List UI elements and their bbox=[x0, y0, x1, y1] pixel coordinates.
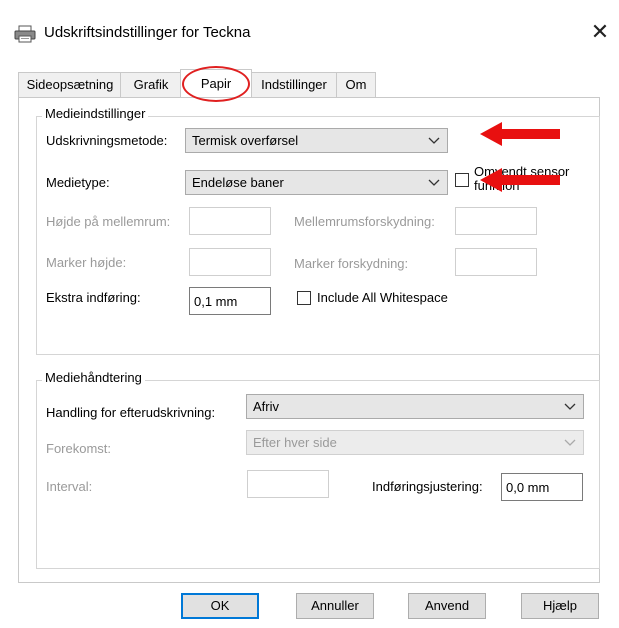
chevron-down-icon bbox=[428, 137, 440, 144]
apply-button[interactable]: Anvend bbox=[408, 593, 486, 619]
mark-offset-label: Marker forskydning: bbox=[294, 256, 409, 271]
extra-feed-label: Ekstra indføring: bbox=[46, 290, 141, 305]
inverted-sensor-checkbox[interactable] bbox=[455, 173, 469, 187]
chevron-down-icon bbox=[564, 439, 576, 446]
extra-feed-input[interactable]: 0,1 mm bbox=[189, 287, 271, 315]
chevron-down-icon bbox=[564, 403, 576, 410]
feed-adjust-label: Indføringsjustering: bbox=[372, 479, 483, 494]
printer-icon bbox=[14, 25, 36, 43]
include-whitespace-label: Include All Whitespace bbox=[317, 290, 448, 305]
mark-offset-input[interactable] bbox=[455, 248, 537, 276]
print-method-label: Udskrivningsmetode: bbox=[46, 133, 168, 148]
post-print-combo[interactable]: Afriv bbox=[246, 394, 584, 419]
feed-adjust-input[interactable]: 0,0 mm bbox=[501, 473, 583, 501]
interval-label: Interval: bbox=[46, 479, 93, 494]
gap-offset-input[interactable] bbox=[455, 207, 537, 235]
occurrence-label: Forekomst: bbox=[46, 441, 112, 456]
window-title: Udskriftsindstillinger for Teckna bbox=[44, 24, 251, 41]
occurrence-combo[interactable]: Efter hver side bbox=[246, 430, 584, 455]
gap-offset-label: Mellemrumsforskydning: bbox=[294, 214, 435, 229]
close-button[interactable]: ✕ bbox=[585, 18, 615, 46]
tab-om[interactable]: Om bbox=[336, 72, 376, 97]
annotation-arrow-shaft bbox=[500, 129, 560, 139]
chevron-down-icon bbox=[428, 179, 440, 186]
media-type-value: Endeløse baner bbox=[192, 175, 284, 190]
tab-indstillinger[interactable]: Indstillinger bbox=[250, 72, 338, 97]
annotation-arrow-head bbox=[480, 168, 502, 192]
print-method-combo[interactable]: Termisk overførsel bbox=[185, 128, 448, 153]
print-settings-dialog: Udskriftsindstillinger for Teckna ✕ Side… bbox=[0, 0, 619, 628]
extra-feed-value: 0,1 mm bbox=[194, 294, 238, 309]
post-print-value: Afriv bbox=[253, 399, 279, 414]
post-print-label: Handling for efterudskrivning: bbox=[46, 405, 216, 420]
mark-height-label: Marker højde: bbox=[46, 255, 127, 270]
include-whitespace-checkbox[interactable] bbox=[297, 291, 311, 305]
mark-height-input[interactable] bbox=[189, 248, 271, 276]
help-button[interactable]: Hjælp bbox=[521, 593, 599, 619]
media-type-label: Medietype: bbox=[46, 175, 110, 190]
interval-input[interactable] bbox=[247, 470, 329, 498]
tab-grafik[interactable]: Grafik bbox=[120, 72, 182, 97]
annotation-arrow-shaft bbox=[500, 175, 560, 185]
ok-button[interactable]: OK bbox=[181, 593, 259, 619]
media-type-combo[interactable]: Endeløse baner bbox=[185, 170, 448, 195]
gap-height-label: Højde på mellemrum: bbox=[46, 214, 171, 229]
annotation-arrow-head bbox=[480, 122, 502, 146]
occurrence-value: Efter hver side bbox=[253, 435, 337, 450]
print-method-value: Termisk overførsel bbox=[192, 133, 299, 148]
feed-adjust-value: 0,0 mm bbox=[506, 480, 550, 495]
media-handling-group-label: Mediehåndtering bbox=[42, 370, 145, 385]
annotation-circle bbox=[182, 66, 250, 102]
title-bar: Udskriftsindstillinger for Teckna ✕ bbox=[0, 0, 619, 50]
tab-sideopsaetning[interactable]: Sideopsætning bbox=[18, 72, 122, 97]
cancel-button[interactable]: Annuller bbox=[296, 593, 374, 619]
media-settings-group-label: Medieindstillinger bbox=[42, 106, 149, 121]
gap-height-input[interactable] bbox=[189, 207, 271, 235]
